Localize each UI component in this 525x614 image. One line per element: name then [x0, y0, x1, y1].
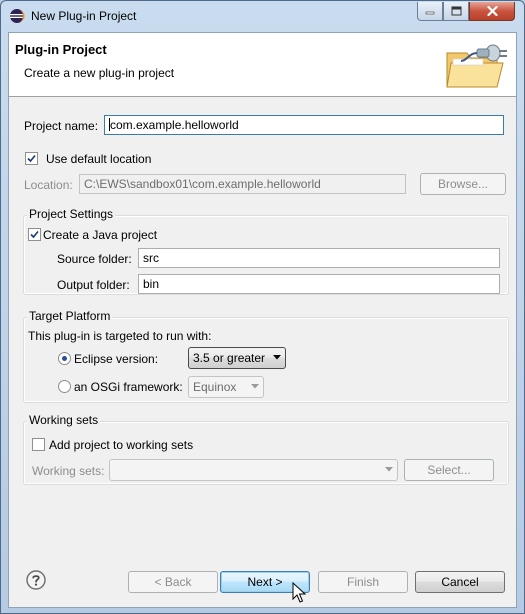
eclipse-version-value: 3.5 or greater: [193, 351, 266, 365]
browse-button[interactable]: Browse...: [420, 173, 506, 195]
osgi-framework-label[interactable]: an OSGi framework:: [74, 380, 183, 394]
source-folder-label: Source folder:: [57, 252, 132, 266]
folder-plugin-wizard-icon: [446, 44, 507, 88]
add-to-working-sets-checkbox[interactable]: [32, 438, 45, 451]
eclipse-icon: [10, 9, 25, 23]
target-platform-intro: This plug-in is targeted to run with:: [28, 329, 212, 343]
checkmark-icon: [30, 230, 39, 239]
project-name-input[interactable]: com.example.helloworld: [104, 115, 504, 135]
osgi-framework-radio[interactable]: [58, 380, 71, 393]
help-icon[interactable]: [26, 570, 46, 590]
eclipse-version-radio[interactable]: [58, 352, 71, 365]
select-working-sets-button[interactable]: Select...: [404, 459, 494, 481]
minimize-button[interactable]: [417, 2, 443, 21]
source-folder-input[interactable]: src: [138, 248, 500, 268]
eclipse-version-label[interactable]: Eclipse version:: [74, 352, 158, 366]
eclipse-version-select[interactable]: 3.5 or greater: [188, 347, 286, 369]
minimize-icon: [425, 11, 435, 15]
location-input[interactable]: C:\EWS\sandbox01\com.example.helloworld: [79, 174, 406, 194]
radio-selected-icon: [62, 356, 67, 361]
maximize-button[interactable]: [443, 2, 469, 21]
project-name-label: Project name:: [24, 119, 99, 133]
use-default-location-label[interactable]: Use default location: [46, 152, 151, 166]
wizard-header: Plug-in Project Create a new plug-in pro…: [9, 33, 516, 97]
add-to-working-sets-label[interactable]: Add project to working sets: [49, 438, 193, 452]
chevron-down-icon: [251, 384, 259, 389]
location-label: Location:: [24, 178, 73, 192]
cancel-button[interactable]: Cancel: [415, 571, 505, 593]
checkmark-icon: [27, 154, 36, 163]
use-default-location-checkbox[interactable]: [25, 152, 38, 165]
title-bar[interactable]: New Plug-in Project: [1, 1, 524, 31]
close-icon: [486, 6, 498, 16]
page-description: Create a new plug-in project: [24, 66, 175, 80]
output-folder-label: Output folder:: [57, 278, 130, 292]
target-platform-title: Target Platform: [27, 309, 113, 323]
working-sets-select[interactable]: [109, 459, 398, 481]
create-java-project-label[interactable]: Create a Java project: [43, 228, 157, 242]
maximize-icon: [451, 6, 461, 16]
working-sets-title: Working sets: [27, 413, 101, 427]
dialog-content: Plug-in Project Create a new plug-in pro…: [8, 32, 517, 608]
page-title: Plug-in Project: [15, 42, 107, 57]
dialog-window: New Plug-in Project Plug-in Project Crea…: [0, 0, 525, 614]
osgi-framework-select[interactable]: Equinox: [188, 376, 264, 398]
create-java-project-checkbox[interactable]: [28, 228, 41, 241]
mouse-pointer-icon: [292, 582, 306, 603]
close-button[interactable]: [469, 2, 515, 21]
project-settings-title: Project Settings: [27, 207, 116, 221]
working-sets-label: Working sets:: [32, 464, 105, 478]
finish-button[interactable]: Finish: [318, 571, 408, 593]
osgi-framework-value: Equinox: [193, 380, 237, 394]
window-title: New Plug-in Project: [31, 9, 137, 23]
chevron-down-icon: [273, 355, 281, 360]
project-name-value: com.example.helloworld: [110, 118, 239, 132]
back-button[interactable]: < Back: [128, 571, 218, 593]
output-folder-input[interactable]: bin: [138, 274, 500, 294]
chevron-down-icon: [385, 467, 393, 472]
